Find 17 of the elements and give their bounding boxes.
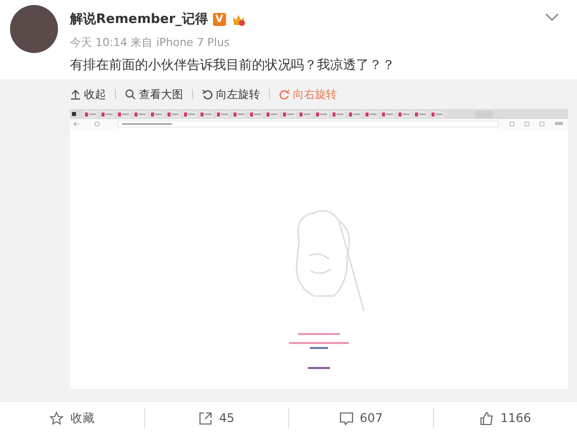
author-name[interactable]: 解说Remember_记得 xyxy=(70,10,208,28)
rotate-right-icon xyxy=(279,88,290,100)
image-toolbar-button[interactable]: 收起 xyxy=(70,86,106,102)
avatar[interactable] xyxy=(10,5,58,53)
upload-arrow-icon xyxy=(70,88,81,100)
search-icon xyxy=(125,88,136,100)
rotate-left-icon xyxy=(202,88,213,100)
image-toolbar-button[interactable]: 向左旋转 xyxy=(202,86,260,102)
star-icon xyxy=(49,410,64,426)
share-icon xyxy=(198,410,214,426)
image-toolbar-button[interactable]: 查看大图 xyxy=(125,86,183,102)
comment-icon xyxy=(338,410,354,426)
verified-badge: V xyxy=(212,12,226,26)
post-text: 有排在前面的小伙伴告诉我目前的状况吗？我凉透了？？ xyxy=(70,57,396,74)
thumbs-up-icon xyxy=(479,410,494,426)
chevron-down-icon[interactable] xyxy=(545,13,559,21)
post-meta: 今天 10:14 来自 iPhone 7 Plus xyxy=(70,35,231,50)
